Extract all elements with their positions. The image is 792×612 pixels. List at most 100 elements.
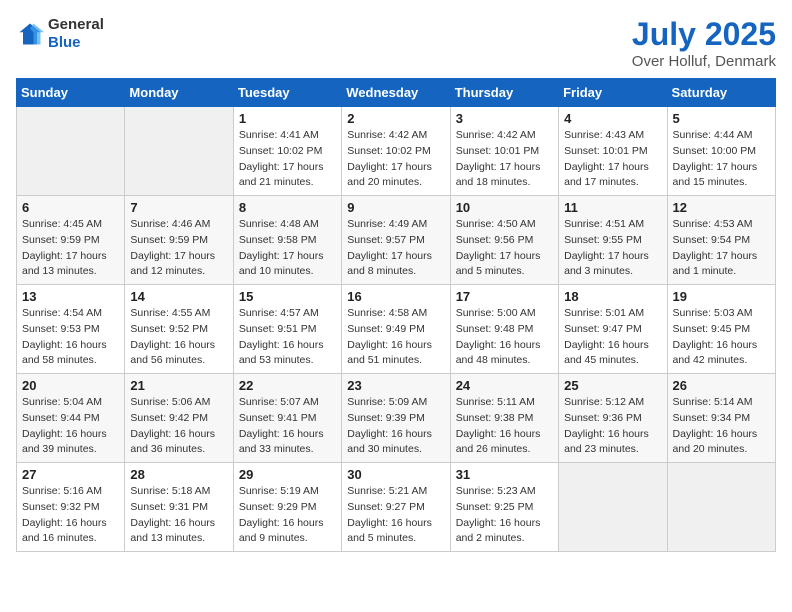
day-number: 14 xyxy=(130,289,227,304)
sunset-text: Sunset: 9:38 PM xyxy=(456,411,553,427)
calendar-cell: 10Sunrise: 4:50 AMSunset: 9:56 PMDayligh… xyxy=(450,196,558,285)
daylight-text: Daylight: 17 hours and 8 minutes. xyxy=(347,249,444,281)
sunrise-text: Sunrise: 4:41 AM xyxy=(239,128,336,144)
sunset-text: Sunset: 9:39 PM xyxy=(347,411,444,427)
daylight-text: Daylight: 16 hours and 53 minutes. xyxy=(239,338,336,370)
title-block: July 2025 Over Holluf, Denmark xyxy=(632,16,776,70)
day-number: 9 xyxy=(347,200,444,215)
daylight-text: Daylight: 17 hours and 21 minutes. xyxy=(239,160,336,192)
day-info: Sunrise: 5:18 AMSunset: 9:31 PMDaylight:… xyxy=(130,484,227,547)
sunset-text: Sunset: 9:34 PM xyxy=(673,411,770,427)
sunset-text: Sunset: 9:59 PM xyxy=(22,233,119,249)
day-number: 2 xyxy=(347,111,444,126)
calendar-cell: 29Sunrise: 5:19 AMSunset: 9:29 PMDayligh… xyxy=(233,463,341,552)
day-info: Sunrise: 5:09 AMSunset: 9:39 PMDaylight:… xyxy=(347,395,444,458)
day-info: Sunrise: 4:42 AMSunset: 10:02 PMDaylight… xyxy=(347,128,444,191)
day-info: Sunrise: 4:51 AMSunset: 9:55 PMDaylight:… xyxy=(564,217,661,280)
sunset-text: Sunset: 9:44 PM xyxy=(22,411,119,427)
header-row: SundayMondayTuesdayWednesdayThursdayFrid… xyxy=(17,79,776,107)
sunset-text: Sunset: 9:52 PM xyxy=(130,322,227,338)
daylight-text: Daylight: 17 hours and 13 minutes. xyxy=(22,249,119,281)
week-row-1: 1Sunrise: 4:41 AMSunset: 10:02 PMDayligh… xyxy=(17,107,776,196)
calendar-cell: 19Sunrise: 5:03 AMSunset: 9:45 PMDayligh… xyxy=(667,285,775,374)
day-info: Sunrise: 4:46 AMSunset: 9:59 PMDaylight:… xyxy=(130,217,227,280)
day-number: 10 xyxy=(456,200,553,215)
calendar-cell: 23Sunrise: 5:09 AMSunset: 9:39 PMDayligh… xyxy=(342,374,450,463)
calendar-header: SundayMondayTuesdayWednesdayThursdayFrid… xyxy=(17,79,776,107)
day-number: 7 xyxy=(130,200,227,215)
daylight-text: Daylight: 17 hours and 18 minutes. xyxy=(456,160,553,192)
calendar-cell: 28Sunrise: 5:18 AMSunset: 9:31 PMDayligh… xyxy=(125,463,233,552)
calendar-cell: 6Sunrise: 4:45 AMSunset: 9:59 PMDaylight… xyxy=(17,196,125,285)
calendar-cell: 1Sunrise: 4:41 AMSunset: 10:02 PMDayligh… xyxy=(233,107,341,196)
calendar-cell xyxy=(559,463,667,552)
calendar-cell: 22Sunrise: 5:07 AMSunset: 9:41 PMDayligh… xyxy=(233,374,341,463)
sunrise-text: Sunrise: 4:51 AM xyxy=(564,217,661,233)
sunrise-text: Sunrise: 4:42 AM xyxy=(347,128,444,144)
sunrise-text: Sunrise: 5:06 AM xyxy=(130,395,227,411)
day-number: 27 xyxy=(22,467,119,482)
sunset-text: Sunset: 9:31 PM xyxy=(130,500,227,516)
sunrise-text: Sunrise: 4:42 AM xyxy=(456,128,553,144)
calendar-title: July 2025 xyxy=(632,16,776,53)
daylight-text: Daylight: 17 hours and 15 minutes. xyxy=(673,160,770,192)
calendar-subtitle: Over Holluf, Denmark xyxy=(632,53,776,70)
day-info: Sunrise: 5:03 AMSunset: 9:45 PMDaylight:… xyxy=(673,306,770,369)
day-number: 22 xyxy=(239,378,336,393)
day-info: Sunrise: 4:48 AMSunset: 9:58 PMDaylight:… xyxy=(239,217,336,280)
sunrise-text: Sunrise: 5:12 AM xyxy=(564,395,661,411)
sunset-text: Sunset: 9:45 PM xyxy=(673,322,770,338)
calendar-cell: 18Sunrise: 5:01 AMSunset: 9:47 PMDayligh… xyxy=(559,285,667,374)
header-day-monday: Monday xyxy=(125,79,233,107)
calendar-cell: 11Sunrise: 4:51 AMSunset: 9:55 PMDayligh… xyxy=(559,196,667,285)
sunrise-text: Sunrise: 4:43 AM xyxy=(564,128,661,144)
sunset-text: Sunset: 10:01 PM xyxy=(564,144,661,160)
calendar-cell: 3Sunrise: 4:42 AMSunset: 10:01 PMDayligh… xyxy=(450,107,558,196)
sunrise-text: Sunrise: 5:09 AM xyxy=(347,395,444,411)
calendar-cell: 2 Sunrise: 4:42 AMSunset: 10:02 PMDayligh… xyxy=(342,107,450,196)
sunset-text: Sunset: 9:25 PM xyxy=(456,500,553,516)
week-row-3: 13Sunrise: 4:54 AMSunset: 9:53 PMDayligh… xyxy=(17,285,776,374)
day-number: 4 xyxy=(564,111,661,126)
day-number: 30 xyxy=(347,467,444,482)
calendar-cell: 25Sunrise: 5:12 AMSunset: 9:36 PMDayligh… xyxy=(559,374,667,463)
header-day-sunday: Sunday xyxy=(17,79,125,107)
sunrise-text: Sunrise: 5:07 AM xyxy=(239,395,336,411)
daylight-text: Daylight: 16 hours and 26 minutes. xyxy=(456,427,553,459)
daylight-text: Daylight: 16 hours and 48 minutes. xyxy=(456,338,553,370)
daylight-text: Daylight: 16 hours and 23 minutes. xyxy=(564,427,661,459)
day-number: 17 xyxy=(456,289,553,304)
calendar-cell: 12Sunrise: 4:53 AMSunset: 9:54 PMDayligh… xyxy=(667,196,775,285)
week-row-4: 20Sunrise: 5:04 AMSunset: 9:44 PMDayligh… xyxy=(17,374,776,463)
header-day-saturday: Saturday xyxy=(667,79,775,107)
calendar-cell: 31Sunrise: 5:23 AMSunset: 9:25 PMDayligh… xyxy=(450,463,558,552)
daylight-text: Daylight: 17 hours and 20 minutes. xyxy=(347,160,444,192)
day-info: Sunrise: 4:58 AMSunset: 9:49 PMDaylight:… xyxy=(347,306,444,369)
daylight-text: Daylight: 16 hours and 16 minutes. xyxy=(22,516,119,548)
sunset-text: Sunset: 10:02 PM xyxy=(347,144,444,160)
sunrise-text: Sunrise: 4:48 AM xyxy=(239,217,336,233)
logo-text: General Blue xyxy=(48,16,104,52)
sunrise-text: Sunrise: 4:46 AM xyxy=(130,217,227,233)
sunrise-text: Sunrise: 4:45 AM xyxy=(22,217,119,233)
week-row-2: 6Sunrise: 4:45 AMSunset: 9:59 PMDaylight… xyxy=(17,196,776,285)
logo-icon xyxy=(16,20,44,48)
calendar-cell: 26Sunrise: 5:14 AMSunset: 9:34 PMDayligh… xyxy=(667,374,775,463)
day-number: 18 xyxy=(564,289,661,304)
day-info: Sunrise: 5:19 AMSunset: 9:29 PMDaylight:… xyxy=(239,484,336,547)
week-row-5: 27Sunrise: 5:16 AMSunset: 9:32 PMDayligh… xyxy=(17,463,776,552)
day-number: 8 xyxy=(239,200,336,215)
sunrise-text: Sunrise: 4:50 AM xyxy=(456,217,553,233)
sunrise-text: Sunrise: 5:04 AM xyxy=(22,395,119,411)
sunset-text: Sunset: 9:57 PM xyxy=(347,233,444,249)
day-number: 25 xyxy=(564,378,661,393)
sunset-text: Sunset: 9:58 PM xyxy=(239,233,336,249)
calendar-cell: 5Sunrise: 4:44 AMSunset: 10:00 PMDayligh… xyxy=(667,107,775,196)
sunset-text: Sunset: 10:01 PM xyxy=(456,144,553,160)
calendar-cell: 21Sunrise: 5:06 AMSunset: 9:42 PMDayligh… xyxy=(125,374,233,463)
page-header: General Blue July 2025 Over Holluf, Denm… xyxy=(16,16,776,70)
day-info: Sunrise: 4:53 AMSunset: 9:54 PMDaylight:… xyxy=(673,217,770,280)
day-info: Sunrise: 5:04 AMSunset: 9:44 PMDaylight:… xyxy=(22,395,119,458)
daylight-text: Daylight: 16 hours and 45 minutes. xyxy=(564,338,661,370)
daylight-text: Daylight: 16 hours and 39 minutes. xyxy=(22,427,119,459)
